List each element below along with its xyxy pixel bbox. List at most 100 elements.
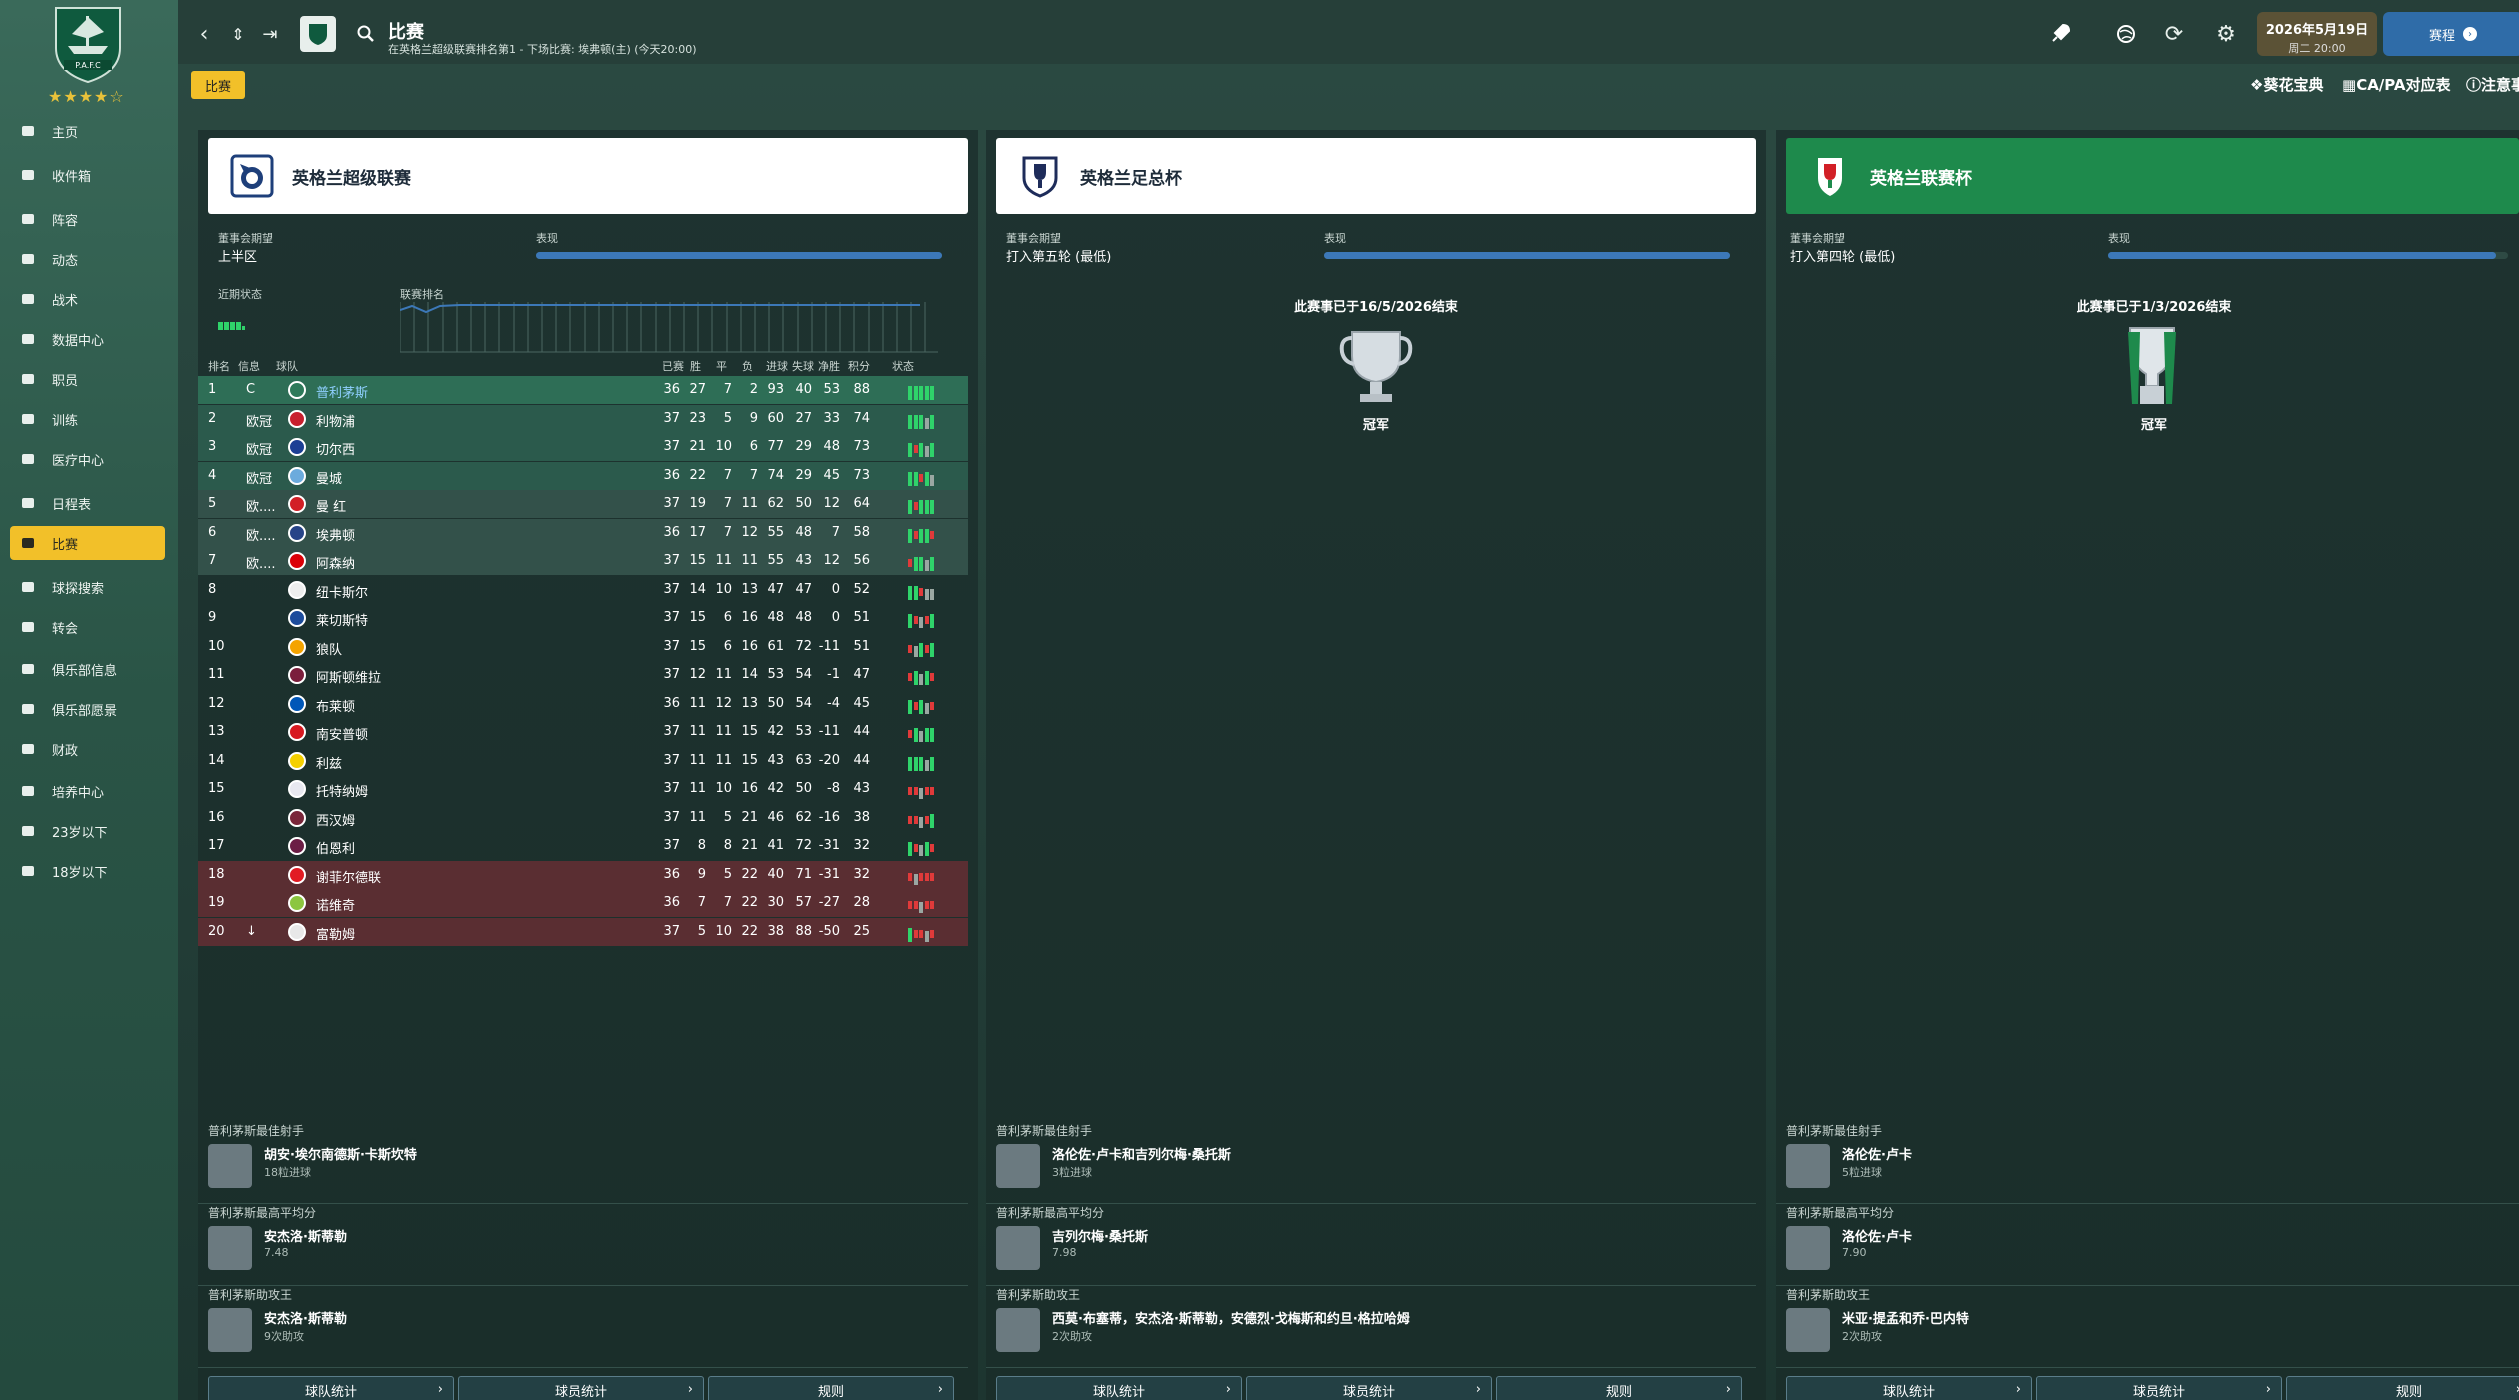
table-row[interactable]: 7 欧.... 阿森纳 37 15 11 11 55 43 12 56 bbox=[198, 547, 968, 575]
globe-icon[interactable] bbox=[2112, 20, 2140, 48]
table-row[interactable]: 8 纽卡斯尔 37 14 10 13 47 47 0 52 bbox=[198, 576, 968, 604]
table-row[interactable]: 15 托特纳姆 37 11 10 16 42 50 -8 43 bbox=[198, 775, 968, 803]
team-name-cell[interactable]: 谢菲尔德联 bbox=[316, 867, 381, 886]
table-row[interactable]: 17 伯恩利 37 8 8 21 41 72 -31 32 bbox=[198, 832, 968, 860]
team-name-cell[interactable]: 利物浦 bbox=[316, 411, 355, 430]
competitions-tab[interactable]: 比赛 bbox=[191, 71, 245, 99]
table-header[interactable]: 排名 bbox=[208, 358, 230, 374]
club-stat-block[interactable]: 普利茅斯助攻王 米亚·提孟和乔·巴内特 2次助攻 bbox=[1776, 1286, 2519, 1368]
link-notes[interactable]: ⓘ注意事 bbox=[2466, 74, 2519, 95]
competition-header[interactable]: 英格兰联赛杯 bbox=[1786, 138, 2519, 214]
table-row[interactable]: 1 C 普利茅斯 36 27 7 2 93 40 53 88 bbox=[198, 376, 968, 404]
rules-button[interactable]: 规则› bbox=[2286, 1376, 2519, 1400]
rocket-icon[interactable] bbox=[2046, 20, 2074, 48]
team-name-cell[interactable]: 布莱顿 bbox=[316, 696, 355, 715]
settings-gear-icon[interactable]: ⚙ bbox=[2212, 20, 2240, 48]
club-stat-block[interactable]: 普利茅斯最高平均分 安杰洛·斯蒂勒 7.48 bbox=[198, 1204, 968, 1286]
sidebar-item-u23[interactable]: 23岁以下 bbox=[10, 814, 165, 848]
sidebar-item-inbox[interactable]: 收件箱 bbox=[10, 158, 165, 192]
table-header[interactable]: 胜 bbox=[690, 358, 701, 374]
table-header[interactable]: 负 bbox=[742, 358, 753, 374]
competition-header[interactable]: 英格兰超级联赛 bbox=[208, 138, 968, 214]
team-name-cell[interactable]: 纽卡斯尔 bbox=[316, 582, 368, 601]
team-stats-button[interactable]: 球队统计 › bbox=[208, 1376, 454, 1400]
sidebar-item-scouting[interactable]: 球探搜索 bbox=[10, 570, 165, 604]
sidebar-item-finance[interactable]: 财政 bbox=[10, 732, 165, 766]
player-name[interactable]: 安杰洛·斯蒂勒 bbox=[264, 1308, 347, 1327]
player-name[interactable]: 西莫·布塞蒂，安杰洛·斯蒂勒，安德烈·戈梅斯和约旦·格拉哈姆 bbox=[1052, 1308, 1410, 1327]
player-name[interactable]: 洛伦佐·卢卡 bbox=[1842, 1144, 1912, 1163]
player-stats-button[interactable]: 球员统计 › bbox=[2036, 1376, 2282, 1400]
table-row[interactable]: 19 诺维奇 36 7 7 22 30 57 -27 28 bbox=[198, 889, 968, 917]
table-row[interactable]: 4 欧冠 曼城 36 22 7 7 74 29 45 73 bbox=[198, 461, 968, 490]
team-stats-button[interactable]: 球队统计 › bbox=[1786, 1376, 2032, 1400]
table-row[interactable]: 14 利兹 37 11 11 15 43 63 -20 44 bbox=[198, 747, 968, 775]
team-name-cell[interactable]: 南安普顿 bbox=[316, 724, 368, 743]
sidebar-item-staff[interactable]: 职员 bbox=[10, 362, 165, 396]
competition-header[interactable]: 英格兰足总杯 bbox=[996, 138, 1756, 214]
team-name-cell[interactable]: 伯恩利 bbox=[316, 838, 355, 857]
up-down-icon[interactable]: ⇕ bbox=[224, 20, 252, 48]
sidebar-item-club-info[interactable]: 俱乐部信息 bbox=[10, 652, 165, 686]
team-name-cell[interactable]: 莱切斯特 bbox=[316, 610, 368, 629]
team-name-cell[interactable]: 曼 红 bbox=[316, 496, 346, 515]
table-row[interactable]: 13 南安普顿 37 11 11 15 42 53 -11 44 bbox=[198, 718, 968, 746]
table-row[interactable]: 3 欧冠 切尔西 37 21 10 6 77 29 48 73 bbox=[198, 433, 968, 461]
sidebar-item-transfer[interactable]: 转会 bbox=[10, 610, 165, 644]
sidebar-item-medical[interactable]: 医疗中心 bbox=[10, 442, 165, 476]
team-name-cell[interactable]: 阿森纳 bbox=[316, 553, 355, 572]
player-name[interactable]: 米亚·提孟和乔·巴内特 bbox=[1842, 1308, 1969, 1327]
team-name-cell[interactable]: 阿斯顿维拉 bbox=[316, 667, 381, 686]
link-capa-table[interactable]: ▦CA/PA对应表 bbox=[2342, 74, 2451, 95]
sidebar-item-home[interactable]: 主页 bbox=[10, 114, 165, 148]
club-crest-logo[interactable]: P.A.F.C bbox=[50, 2, 126, 86]
continue-button[interactable]: 赛程 › bbox=[2383, 12, 2519, 56]
search-icon[interactable] bbox=[352, 20, 380, 48]
sidebar-item-tactics[interactable]: 战术 bbox=[10, 282, 165, 316]
team-name-cell[interactable]: 普利茅斯 bbox=[316, 382, 368, 401]
table-header[interactable]: 平 bbox=[716, 358, 727, 374]
forward-skip-icon[interactable]: ⇥ bbox=[256, 20, 284, 48]
table-row[interactable]: 5 欧.... 曼 红 37 19 7 11 62 50 12 64 bbox=[198, 490, 968, 518]
club-stat-block[interactable]: 普利茅斯最佳射手 洛伦佐·卢卡 5粒进球 bbox=[1776, 1122, 2519, 1204]
table-header[interactable]: 失球 bbox=[792, 358, 814, 374]
table-header[interactable]: 积分 bbox=[848, 358, 870, 374]
table-row[interactable]: 6 欧.... 埃弗顿 36 17 7 12 55 48 7 58 bbox=[198, 518, 968, 547]
sidebar-item-calendar[interactable]: 日程表 bbox=[10, 486, 165, 520]
player-name[interactable]: 洛伦佐·卢卡和吉列尔梅·桑托斯 bbox=[1052, 1144, 1231, 1163]
table-row[interactable]: 12 布莱顿 36 11 12 13 50 54 -4 45 bbox=[198, 690, 968, 718]
table-header[interactable]: 进球 bbox=[766, 358, 788, 374]
team-name-cell[interactable]: 托特纳姆 bbox=[316, 781, 368, 800]
table-header[interactable]: 信息 bbox=[238, 358, 260, 374]
sidebar-item-u18[interactable]: 18岁以下 bbox=[10, 854, 165, 888]
team-name-cell[interactable]: 诺维奇 bbox=[316, 895, 355, 914]
club-stat-block[interactable]: 普利茅斯最佳射手 胡安·埃尔南德斯·卡斯坎特 18粒进球 bbox=[198, 1122, 968, 1204]
table-header[interactable]: 已赛 bbox=[662, 358, 684, 374]
player-stats-button[interactable]: 球员统计 › bbox=[1246, 1376, 1492, 1400]
club-stat-block[interactable]: 普利茅斯助攻王 西莫·布塞蒂，安杰洛·斯蒂勒，安德烈·戈梅斯和约旦·格拉哈姆 2次助… bbox=[986, 1286, 1756, 1368]
team-stats-button[interactable]: 球队统计 › bbox=[996, 1376, 1242, 1400]
club-stat-block[interactable]: 普利茅斯助攻王 安杰洛·斯蒂勒 9次助攻 bbox=[198, 1286, 968, 1368]
game-date[interactable]: 2026年5月19日 周二 20:00 bbox=[2257, 12, 2377, 56]
club-badge-icon[interactable] bbox=[300, 16, 336, 52]
table-row[interactable]: 18 谢菲尔德联 36 9 5 22 40 71 -31 32 bbox=[198, 860, 968, 889]
table-header[interactable]: 状态 bbox=[892, 358, 914, 374]
sidebar-item-vision[interactable]: 俱乐部愿景 bbox=[10, 692, 165, 726]
player-name[interactable]: 吉列尔梅·桑托斯 bbox=[1052, 1226, 1148, 1245]
back-icon[interactable]: ‹ bbox=[190, 20, 218, 48]
club-stat-block[interactable]: 普利茅斯最高平均分 洛伦佐·卢卡 7.90 bbox=[1776, 1204, 2519, 1286]
team-name-cell[interactable]: 曼城 bbox=[316, 468, 342, 487]
sidebar-item-squad[interactable]: 阵容 bbox=[10, 202, 165, 236]
team-name-cell[interactable]: 利兹 bbox=[316, 753, 342, 772]
club-stat-block[interactable]: 普利茅斯最佳射手 洛伦佐·卢卡和吉列尔梅·桑托斯 3粒进球 bbox=[986, 1122, 1756, 1204]
table-header[interactable]: 球队 bbox=[276, 358, 298, 374]
table-row[interactable]: 11 阿斯顿维拉 37 12 11 14 53 54 -1 47 bbox=[198, 661, 968, 689]
table-row[interactable]: 16 西汉姆 37 11 5 21 46 62 -16 38 bbox=[198, 804, 968, 832]
player-stats-button[interactable]: 球员统计 › bbox=[458, 1376, 704, 1400]
sidebar-item-development[interactable]: 培养中心 bbox=[10, 774, 165, 808]
player-name[interactable]: 洛伦佐·卢卡 bbox=[1842, 1226, 1912, 1245]
sidebar-item-training[interactable]: 训练 bbox=[10, 402, 165, 436]
table-row[interactable]: 10 狼队 37 15 6 16 61 72 -11 51 bbox=[198, 633, 968, 661]
table-header[interactable]: 净胜 bbox=[818, 358, 840, 374]
sidebar-item-dynamics[interactable]: 动态 bbox=[10, 242, 165, 276]
